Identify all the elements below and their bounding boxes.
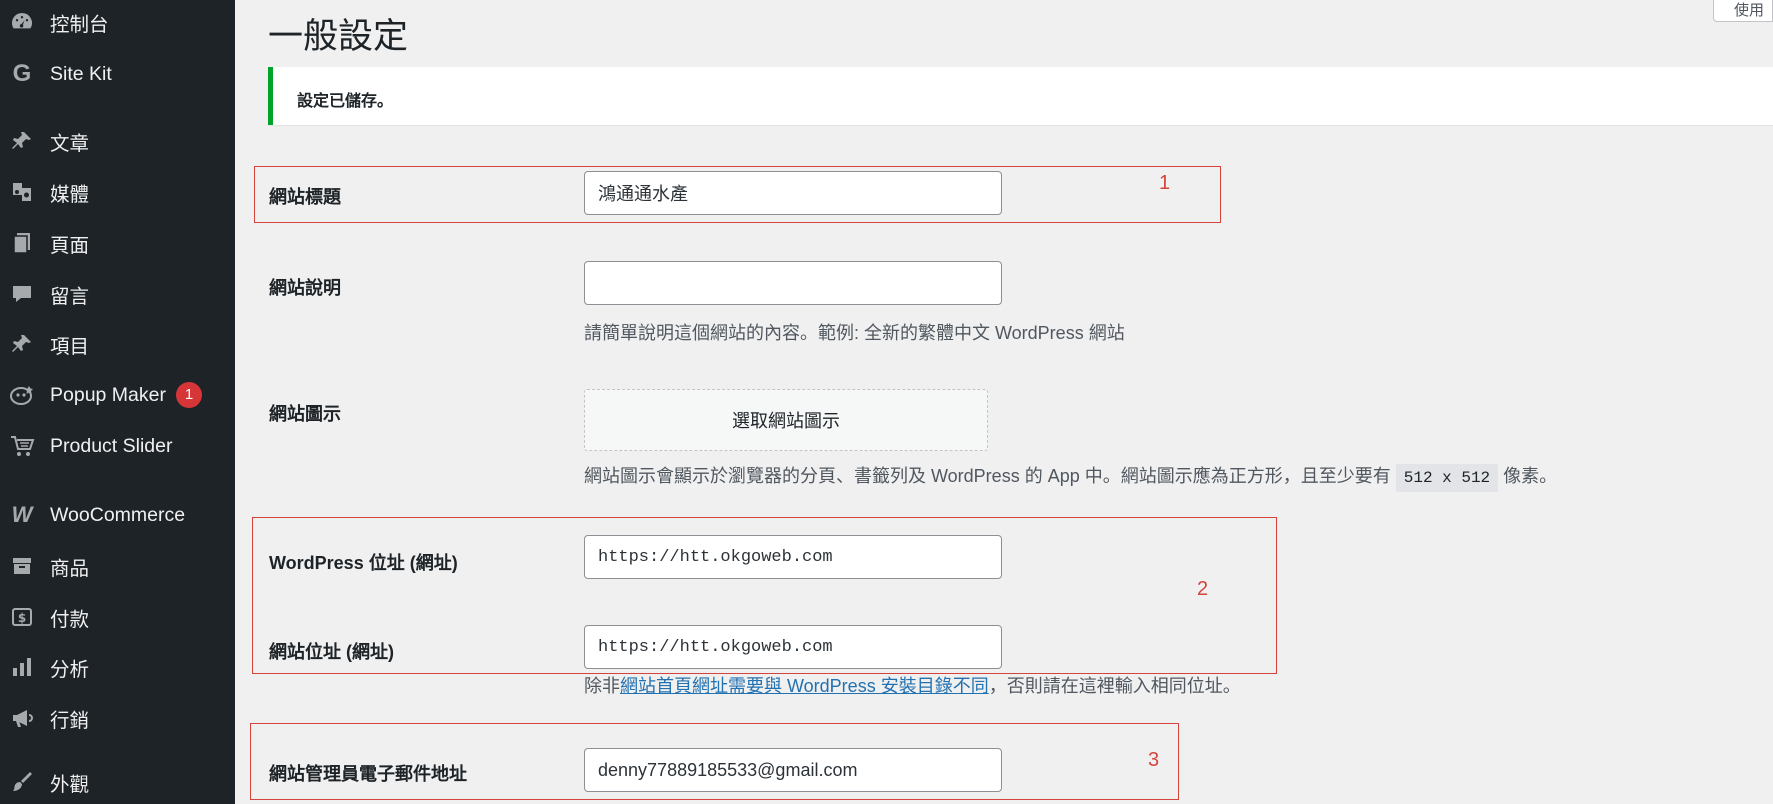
annotation-box-2 — [252, 517, 1277, 674]
sidebar-item-popup-maker[interactable]: Popup Maker 1 — [0, 373, 235, 417]
payment-icon: $ — [8, 603, 36, 631]
site-icon-label: 網站圖示 — [269, 404, 341, 424]
tagline-description: 請簡單說明這個網站的內容。範例: 全新的繁體中文 WordPress 網站 — [584, 323, 1125, 343]
site-address-description: 除非網站首頁網址需要與 WordPress 安裝目錄不同，否則請在這裡輸入相同位… — [584, 672, 1241, 698]
woo-icon: W — [11, 502, 33, 527]
main-content: 一般設定 使用 設定已儲存。 網站標題 鴻通通水產 網站說明 請簡單說明這個網站… — [235, 0, 1773, 804]
sidebar-item-pages[interactable]: 頁面 — [0, 221, 235, 265]
site-icon-desc-text: 網站圖示會顯示於瀏覽器的分頁、書籤列及 WordPress 的 App 中。網站… — [584, 466, 1391, 486]
brush-icon — [8, 768, 36, 796]
annotation-box-1 — [254, 166, 1221, 223]
help-tab-button[interactable]: 使用 — [1713, 0, 1773, 22]
annotation-box-3 — [250, 723, 1179, 800]
sidebar-item-label: 媒體 — [50, 183, 90, 206]
sidebar-item-label: 頁面 — [50, 234, 90, 257]
select-site-icon-label: 選取網站圖示 — [732, 411, 840, 431]
pages-icon — [8, 229, 36, 257]
annotation-number-1: 1 — [1159, 172, 1171, 194]
page-title: 一般設定 — [268, 17, 409, 56]
svg-text:$: $ — [18, 611, 26, 625]
sidebar-item-projects[interactable]: 項目 — [0, 322, 235, 366]
tagline-label: 網站說明 — [269, 278, 341, 298]
sidebar-item-label: 文章 — [50, 132, 90, 155]
sidebar-item-media[interactable]: 媒體 — [0, 170, 235, 214]
annotation-number-3: 3 — [1148, 749, 1160, 771]
site-icon-description: 網站圖示會顯示於瀏覽器的分頁、書籤列及 WordPress 的 App 中。網站… — [584, 462, 1558, 492]
sidebar-item-products[interactable]: 商品 — [0, 544, 235, 588]
select-site-icon-button[interactable]: 選取網站圖示 — [584, 389, 988, 451]
site-address-desc-prefix: 除非 — [584, 676, 620, 696]
bar-chart-icon — [8, 653, 36, 681]
sidebar-item-label: 付款 — [50, 608, 90, 631]
site-icon-desc-suffix: 像素。 — [1503, 466, 1558, 486]
different-address-link[interactable]: 網站首頁網址需要與 WordPress 安裝目錄不同 — [620, 676, 989, 696]
sidebar-item-label: 分析 — [50, 658, 90, 681]
sidebar-item-label: 商品 — [50, 557, 90, 580]
sidebar-item-label: 留言 — [50, 285, 90, 308]
admin-sidebar: 控制台 G Site Kit 文章 媒體 頁面 留言 項目 Popup Make… — [0, 0, 235, 804]
sidebar-item-woocommerce[interactable]: W WooCommerce — [0, 493, 235, 537]
sidebar-item-label: Product Slider — [50, 434, 173, 457]
megaphone-icon — [8, 704, 36, 732]
sidebar-item-site-kit[interactable]: G Site Kit — [0, 52, 235, 96]
pin-icon — [8, 127, 36, 155]
annotation-number-2: 2 — [1197, 578, 1209, 600]
sidebar-item-analytics[interactable]: 分析 — [0, 645, 235, 689]
success-notice: 設定已儲存。 — [268, 67, 1773, 125]
popup-icon — [8, 381, 36, 409]
tagline-input[interactable] — [584, 261, 1002, 305]
site-address-desc-suffix: ，否則請在這裡輸入相同位址。 — [988, 676, 1241, 696]
notification-badge: 1 — [175, 382, 202, 408]
sidebar-item-label: Popup Maker — [50, 383, 166, 406]
cart-icon — [8, 432, 36, 460]
sidebar-item-label: Site Kit — [50, 62, 112, 85]
sidebar-item-label: WooCommerce — [50, 503, 186, 526]
dashboard-icon — [8, 8, 36, 36]
google-g-icon: G — [12, 60, 32, 87]
pin-icon — [8, 330, 36, 358]
sidebar-item-label: 行銷 — [50, 709, 90, 732]
sidebar-item-appearance[interactable]: 外觀 — [0, 760, 235, 804]
sidebar-item-label: 外觀 — [50, 773, 90, 796]
sidebar-item-payments[interactable]: $ 付款 — [0, 595, 235, 639]
sidebar-item-label: 項目 — [50, 335, 90, 358]
sidebar-item-posts[interactable]: 文章 — [0, 119, 235, 163]
sidebar-item-marketing[interactable]: 行銷 — [0, 696, 235, 740]
sidebar-item-product-slider[interactable]: Product Slider — [0, 424, 235, 468]
notice-text: 設定已儲存。 — [297, 93, 394, 110]
comment-icon — [8, 280, 36, 308]
sidebar-item-comments[interactable]: 留言 — [0, 272, 235, 316]
archive-icon — [8, 552, 36, 580]
sidebar-item-dashboard[interactable]: 控制台 — [0, 0, 235, 44]
media-icon — [8, 178, 36, 206]
icon-size-code: 512 x 512 — [1395, 464, 1499, 492]
sidebar-item-label: 控制台 — [50, 13, 109, 36]
